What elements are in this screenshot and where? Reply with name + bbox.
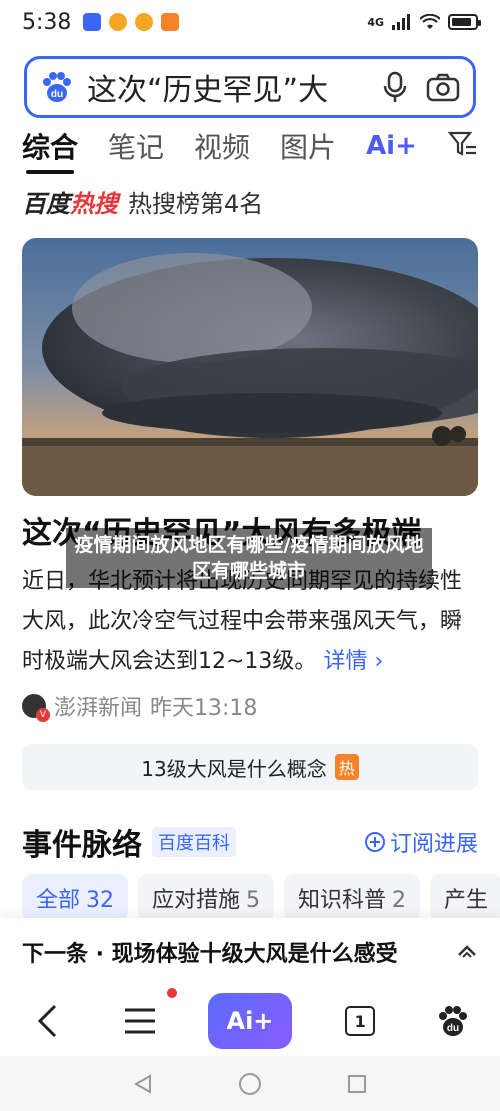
tab-images[interactable]: 图片 [280, 126, 336, 166]
tab-notes[interactable]: 笔记 [108, 126, 164, 166]
chip-label: 产生 [444, 888, 489, 913]
system-nav [0, 1056, 500, 1111]
system-home-icon[interactable] [238, 1072, 262, 1096]
hot-search-line[interactable]: 百度热搜 热搜榜第4名 [22, 184, 263, 219]
related-query[interactable]: 13级大风是什么概念 热 [22, 744, 478, 790]
chip-label: 应对措施 [152, 888, 241, 913]
status-right: 4G [367, 14, 481, 30]
related-query-text: 13级大风是什么概念 [141, 756, 327, 781]
notification-dot [166, 988, 177, 998]
filter-icon[interactable] [447, 130, 478, 162]
events-header: 事件脉络 百度百科 订阅进展 [22, 820, 478, 864]
chip-label: 全部 [36, 888, 81, 913]
baidu-paw-icon: du [439, 1006, 468, 1036]
tabs-button[interactable]: 1 [335, 996, 385, 1046]
notification-icons [83, 13, 180, 31]
hot-brand-main: 百度 [22, 190, 70, 218]
network-label: 4G [367, 15, 384, 29]
system-recents-icon[interactable] [346, 1073, 368, 1095]
weibo-notification-icon [109, 13, 128, 31]
chip-knowledge[interactable]: 知识科普 2 [284, 874, 421, 922]
chip-origin[interactable]: 产生 [430, 874, 500, 922]
subscribe-label: 订阅进展 [389, 832, 478, 857]
wifi-icon [420, 14, 440, 29]
video-notification-icon [161, 13, 180, 31]
event-chips: 全部 32 应对措施 5 知识科普 2 产生 [22, 874, 500, 922]
svg-text:du: du [447, 1023, 459, 1034]
next-article-bar[interactable]: 下一条 · 现场体验十级大风是什么感受 [0, 918, 500, 986]
hot-badge: 热 [334, 754, 359, 780]
storm-image[interactable] [22, 238, 478, 496]
next-article-text: 下一条 · 现场体验十级大风是什么感受 [22, 942, 398, 967]
system-back-icon[interactable] [132, 1073, 154, 1095]
search-box[interactable]: du 这次“历史罕见”大 [24, 56, 476, 118]
source-time: 昨天13:18 [150, 696, 258, 721]
menu-button[interactable] [115, 988, 177, 1046]
hot-brand-accent: 热搜 [70, 190, 118, 218]
chip-count: 32 [86, 888, 115, 913]
status-bar: 5:38 4G [0, 0, 500, 44]
source-name: 澎湃新闻 [54, 696, 143, 721]
battery-icon [448, 14, 481, 30]
menu-icon [124, 1008, 155, 1034]
overlay-title: 疫情期间放风地区有哪些/疫情期间放风地区有哪些城市 [66, 528, 432, 588]
chip-count: 5 [246, 888, 261, 913]
svg-text:du: du [51, 89, 63, 100]
chip-all[interactable]: 全部 32 [22, 874, 129, 922]
thepaper-logo-icon [22, 694, 50, 722]
chip-count: 2 [392, 888, 407, 913]
signal-icon [392, 14, 410, 30]
chevron-up-icon[interactable] [456, 943, 478, 962]
details-link[interactable]: 详情 › [323, 649, 383, 674]
back-button[interactable] [22, 996, 72, 1046]
article-source[interactable]: 澎湃新闻 昨天13:18 [22, 690, 257, 722]
ai-button[interactable]: Ai+ [207, 993, 292, 1049]
bottom-nav: Ai+ 1 du [0, 986, 500, 1056]
back-arrow-icon [37, 1004, 56, 1038]
subscribe-button[interactable]: 订阅进展 [364, 826, 478, 858]
hot-rank-text: 热搜榜第4名 [128, 190, 264, 218]
tab-all[interactable]: 综合 [22, 126, 78, 174]
tab-count: 1 [345, 1006, 376, 1036]
baidu-hot-logo: 百度热搜 [22, 184, 118, 219]
battery-fill [452, 18, 471, 26]
plus-circle-icon [364, 832, 385, 852]
baike-tag[interactable]: 百度百科 [152, 827, 236, 857]
events-title: 事件脉络 [22, 828, 142, 863]
microphone-icon[interactable] [375, 67, 415, 107]
weibo-notification-icon [135, 13, 154, 31]
search-input[interactable]: 这次“历史罕见”大 [87, 65, 367, 109]
search-tabs: 综合 笔记 视频 图片 Ai+ [0, 122, 500, 174]
baidu-paw-icon: du [37, 67, 77, 107]
tab-videos[interactable]: 视频 [194, 126, 250, 166]
chip-measures[interactable]: 应对措施 5 [138, 874, 275, 922]
status-time: 5:38 [22, 9, 72, 35]
camera-icon[interactable] [423, 67, 463, 107]
tab-ai[interactable]: Ai+ [366, 131, 417, 161]
baidu-home-button[interactable]: du [428, 996, 478, 1046]
paw-notification-icon [83, 13, 102, 31]
details-link-label: 详情 [323, 649, 368, 674]
chip-label: 知识科普 [298, 888, 387, 913]
